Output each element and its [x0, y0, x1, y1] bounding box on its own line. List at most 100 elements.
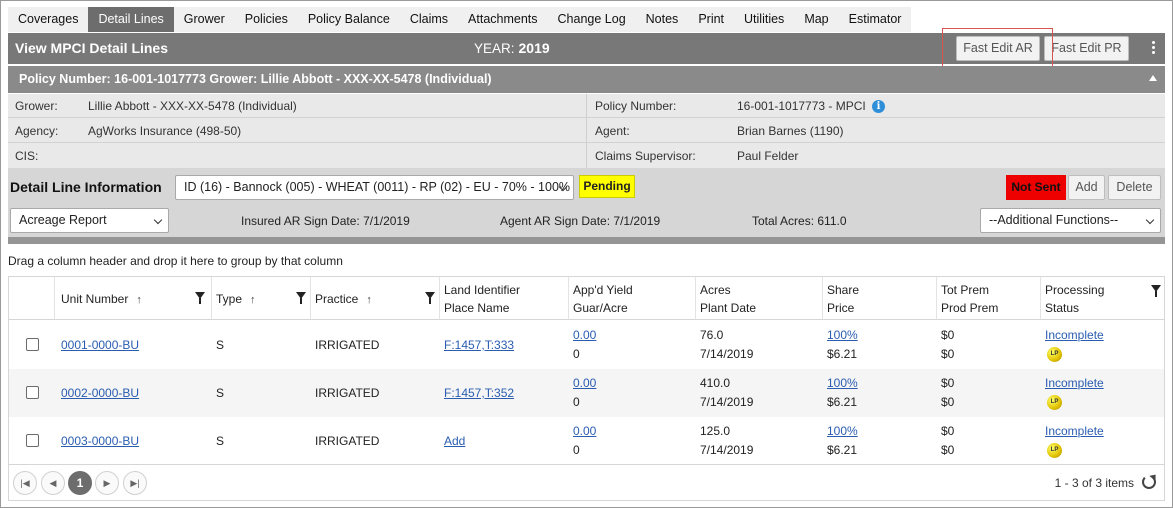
- divider: [586, 94, 587, 168]
- tab-estimator[interactable]: Estimator: [839, 7, 912, 32]
- info-icon[interactable]: i: [872, 100, 885, 113]
- column-type[interactable]: Type ↑: [212, 277, 311, 320]
- type-cell: S: [216, 434, 225, 448]
- filter-icon[interactable]: [425, 292, 435, 304]
- column-premium[interactable]: Tot Prem Prod Prem: [937, 277, 1041, 320]
- chevron-down-icon: [153, 215, 163, 225]
- row-checkbox[interactable]: [26, 338, 39, 351]
- year-display: YEAR: 2019: [474, 40, 550, 56]
- policy-bar[interactable]: Policy Number: 16-001-1017773 Grower: Li…: [8, 66, 1165, 93]
- filter-icon[interactable]: [1151, 285, 1161, 297]
- status-link[interactable]: Incomplete: [1045, 424, 1104, 438]
- column-land-identifier[interactable]: Land Identifier Place Name: [440, 277, 569, 320]
- page-number-current[interactable]: 1: [68, 471, 92, 495]
- unit-number-link[interactable]: 0001-0000-BU: [61, 338, 139, 352]
- tab-coverages[interactable]: Coverages: [8, 7, 88, 32]
- share-link[interactable]: 100%: [827, 328, 858, 342]
- price-cell: $6.21: [827, 395, 858, 409]
- tab-detail-lines[interactable]: Detail Lines: [88, 7, 174, 32]
- tab-print[interactable]: Print: [688, 7, 734, 32]
- column-label: Price: [827, 301, 855, 315]
- divider: [8, 237, 1165, 244]
- column-label: Land Identifier: [444, 283, 521, 297]
- tab-claims[interactable]: Claims: [400, 7, 458, 32]
- acres-cell: 410.0: [700, 376, 731, 390]
- tab-attachments[interactable]: Attachments: [458, 7, 547, 32]
- land-identifier-add-link[interactable]: Add: [444, 434, 465, 448]
- land-identifier-link[interactable]: F:1457,T:352: [444, 386, 514, 400]
- total-acres: Total Acres: 611.0: [752, 214, 847, 228]
- share-link[interactable]: 100%: [827, 376, 858, 390]
- policy-info: Grower: Lillie Abbott - XXX-XX-5478 (Ind…: [8, 94, 1165, 168]
- triangle-up-icon[interactable]: [1149, 75, 1157, 81]
- column-label: Status: [1045, 301, 1080, 315]
- filter-icon[interactable]: [296, 292, 306, 304]
- column-unit-number[interactable]: Unit Number ↑: [55, 277, 212, 320]
- kebab-menu-icon[interactable]: [1147, 41, 1159, 57]
- plant-date-cell: 7/14/2019: [700, 347, 754, 361]
- next-page-icon[interactable]: ▶: [95, 471, 119, 495]
- column-label: Place Name: [444, 301, 510, 315]
- tab-utilities[interactable]: Utilities: [734, 7, 794, 32]
- filter-icon[interactable]: [195, 292, 205, 304]
- unit-number-link[interactable]: 0002-0000-BU: [61, 386, 139, 400]
- yield-link[interactable]: 0.00: [573, 328, 596, 342]
- year-value: 2019: [518, 40, 550, 56]
- tab-policy-balance[interactable]: Policy Balance: [298, 7, 400, 32]
- tab-policies[interactable]: Policies: [235, 7, 298, 32]
- column-label: App'd Yield: [573, 283, 633, 297]
- row-checkbox[interactable]: [26, 386, 39, 399]
- share-link[interactable]: 100%: [827, 424, 858, 438]
- column-share[interactable]: Share Price: [823, 277, 937, 320]
- type-cell: S: [216, 386, 225, 400]
- unit-number-link[interactable]: 0003-0000-BU: [61, 434, 139, 448]
- table-row: 0003-0000-BU S IRRIGATED Add 0.00 0 125.…: [9, 417, 1164, 465]
- grower-label: Grower:: [15, 99, 58, 113]
- column-label: Acres: [700, 283, 731, 297]
- table-row: 0001-0000-BU S IRRIGATED F:1457,T:333 0.…: [9, 321, 1164, 369]
- sort-up-icon[interactable]: ↑: [250, 294, 256, 306]
- status-badge: Pending: [579, 175, 635, 198]
- policy-number-value: 16-001-1017773 - MPCI: [737, 99, 866, 113]
- tab-grower[interactable]: Grower: [174, 7, 235, 32]
- yield-link[interactable]: 0.00: [573, 424, 596, 438]
- agent-value: Brian Barnes (1190): [737, 124, 844, 138]
- detail-line-section: Detail Line Information ID (16) - Bannoc…: [8, 168, 1165, 244]
- acres-cell: 125.0: [700, 424, 731, 438]
- tab-change-log[interactable]: Change Log: [548, 7, 636, 32]
- column-label: Type ↑: [216, 292, 256, 306]
- refresh-icon[interactable]: [1142, 475, 1156, 489]
- yield-link[interactable]: 0.00: [573, 376, 596, 390]
- first-page-icon[interactable]: |◀: [13, 471, 37, 495]
- report-type-select[interactable]: Acreage Report: [10, 208, 169, 233]
- row-checkbox[interactable]: [26, 434, 39, 447]
- tab-notes[interactable]: Notes: [636, 7, 689, 32]
- agent-label: Agent:: [595, 124, 630, 138]
- detail-line-select[interactable]: ID (16) - Bannock (005) - WHEAT (0011) -…: [175, 175, 574, 200]
- column-label: Unit Number ↑: [61, 292, 142, 306]
- last-page-icon[interactable]: ▶|: [123, 471, 147, 495]
- table-row: 0002-0000-BU S IRRIGATED F:1457,T:352 0.…: [9, 369, 1164, 417]
- additional-functions-select[interactable]: --Additional Functions--: [980, 208, 1161, 233]
- delete-button[interactable]: Delete: [1108, 175, 1161, 200]
- column-processing-status[interactable]: Processing Status: [1041, 277, 1164, 320]
- column-label: Processing: [1045, 283, 1105, 297]
- guar-cell: 0: [573, 347, 580, 361]
- column-label: Share: [827, 283, 860, 297]
- tab-map[interactable]: Map: [794, 7, 838, 32]
- column-yield[interactable]: App'd Yield Guar/Acre: [569, 277, 696, 320]
- sort-up-icon[interactable]: ↑: [366, 294, 372, 306]
- land-identifier-link[interactable]: F:1457,T:333: [444, 338, 514, 352]
- status-link[interactable]: Incomplete: [1045, 328, 1104, 342]
- report-type-value: Acreage Report: [19, 213, 107, 227]
- add-button[interactable]: Add: [1068, 175, 1105, 200]
- column-acres[interactable]: Acres Plant Date: [696, 277, 823, 320]
- sort-up-icon[interactable]: ↑: [136, 294, 142, 306]
- prev-page-icon[interactable]: ◀: [41, 471, 65, 495]
- group-drop-area[interactable]: Drag a column header and drop it here to…: [8, 254, 343, 268]
- status-link[interactable]: Incomplete: [1045, 376, 1104, 390]
- column-practice[interactable]: Practice ↑: [311, 277, 440, 320]
- type-cell: S: [216, 338, 225, 352]
- fast-edit-pr-button[interactable]: Fast Edit PR: [1044, 36, 1129, 61]
- column-label: Tot Prem: [941, 283, 990, 297]
